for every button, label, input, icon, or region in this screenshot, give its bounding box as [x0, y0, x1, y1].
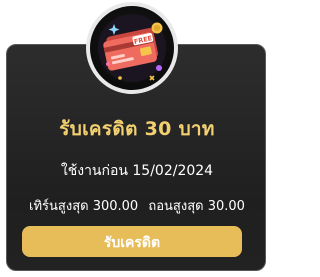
claim-credit-button[interactable]: รับเครดิต [22, 226, 242, 257]
limits-row: เทิร์นสูงสุด 300.00 ถอนสูงสุด 30.00 [0, 195, 274, 216]
max-withdraw-text: ถอนสูงสุด 30.00 [148, 199, 245, 214]
expire-date-text: ใช้งานก่อน 15/02/2024 [60, 163, 214, 179]
promo-title: รับเครดิต 30 บาท [59, 118, 215, 140]
promo-image: FREE [86, 2, 178, 94]
credit-card-icon: FREE [98, 14, 166, 82]
max-turnover-text: เทิร์นสูงสุด 300.00 [29, 199, 139, 214]
